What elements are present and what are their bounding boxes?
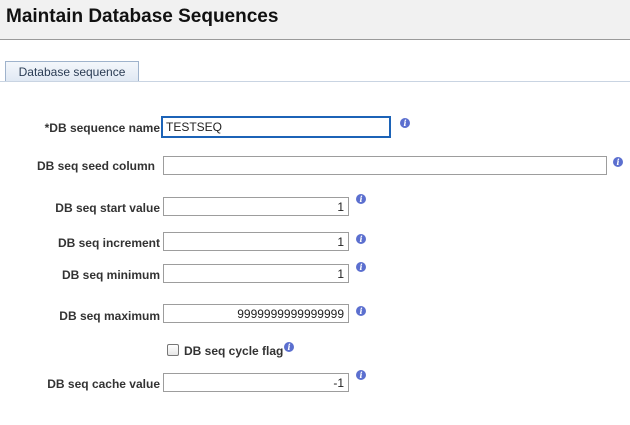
tab-database-sequence[interactable]: Database sequence: [5, 61, 139, 82]
start-value-label: DB seq start value: [55, 201, 160, 215]
cycle-flag-info-icon[interactable]: i: [284, 342, 294, 352]
minimum-info-icon[interactable]: i: [356, 262, 366, 272]
cycle-flag-checkbox[interactable]: [167, 344, 179, 356]
cycle-flag-label: DB seq cycle flag: [184, 344, 284, 358]
cache-value-input[interactable]: [163, 373, 349, 392]
sequence-name-input[interactable]: [161, 116, 391, 138]
cache-value-info-icon[interactable]: i: [356, 370, 366, 380]
page: Maintain Database Sequences Database seq…: [0, 0, 630, 425]
increment-info-icon[interactable]: i: [356, 234, 366, 244]
title-bar: Maintain Database Sequences: [0, 0, 630, 40]
increment-input[interactable]: [163, 232, 349, 251]
tab-strip-divider: [0, 81, 630, 82]
page-title: Maintain Database Sequences: [6, 6, 279, 27]
minimum-input[interactable]: [163, 264, 349, 283]
maximum-input[interactable]: [163, 304, 349, 323]
maximum-info-icon[interactable]: i: [356, 306, 366, 316]
seed-column-input[interactable]: [163, 156, 607, 175]
start-value-input[interactable]: [163, 197, 349, 216]
maximum-label: DB seq maximum: [59, 309, 160, 323]
sequence-name-info-icon[interactable]: i: [400, 118, 410, 128]
increment-label: DB seq increment: [57, 236, 160, 250]
cache-value-label: DB seq cache value: [47, 377, 160, 391]
minimum-label: DB seq minimum: [61, 268, 160, 282]
start-value-info-icon[interactable]: i: [356, 194, 366, 204]
sequence-name-label: *DB sequence name: [44, 121, 160, 135]
seed-column-label: DB seq seed column: [36, 159, 155, 173]
seed-column-info-icon[interactable]: i: [613, 157, 623, 167]
